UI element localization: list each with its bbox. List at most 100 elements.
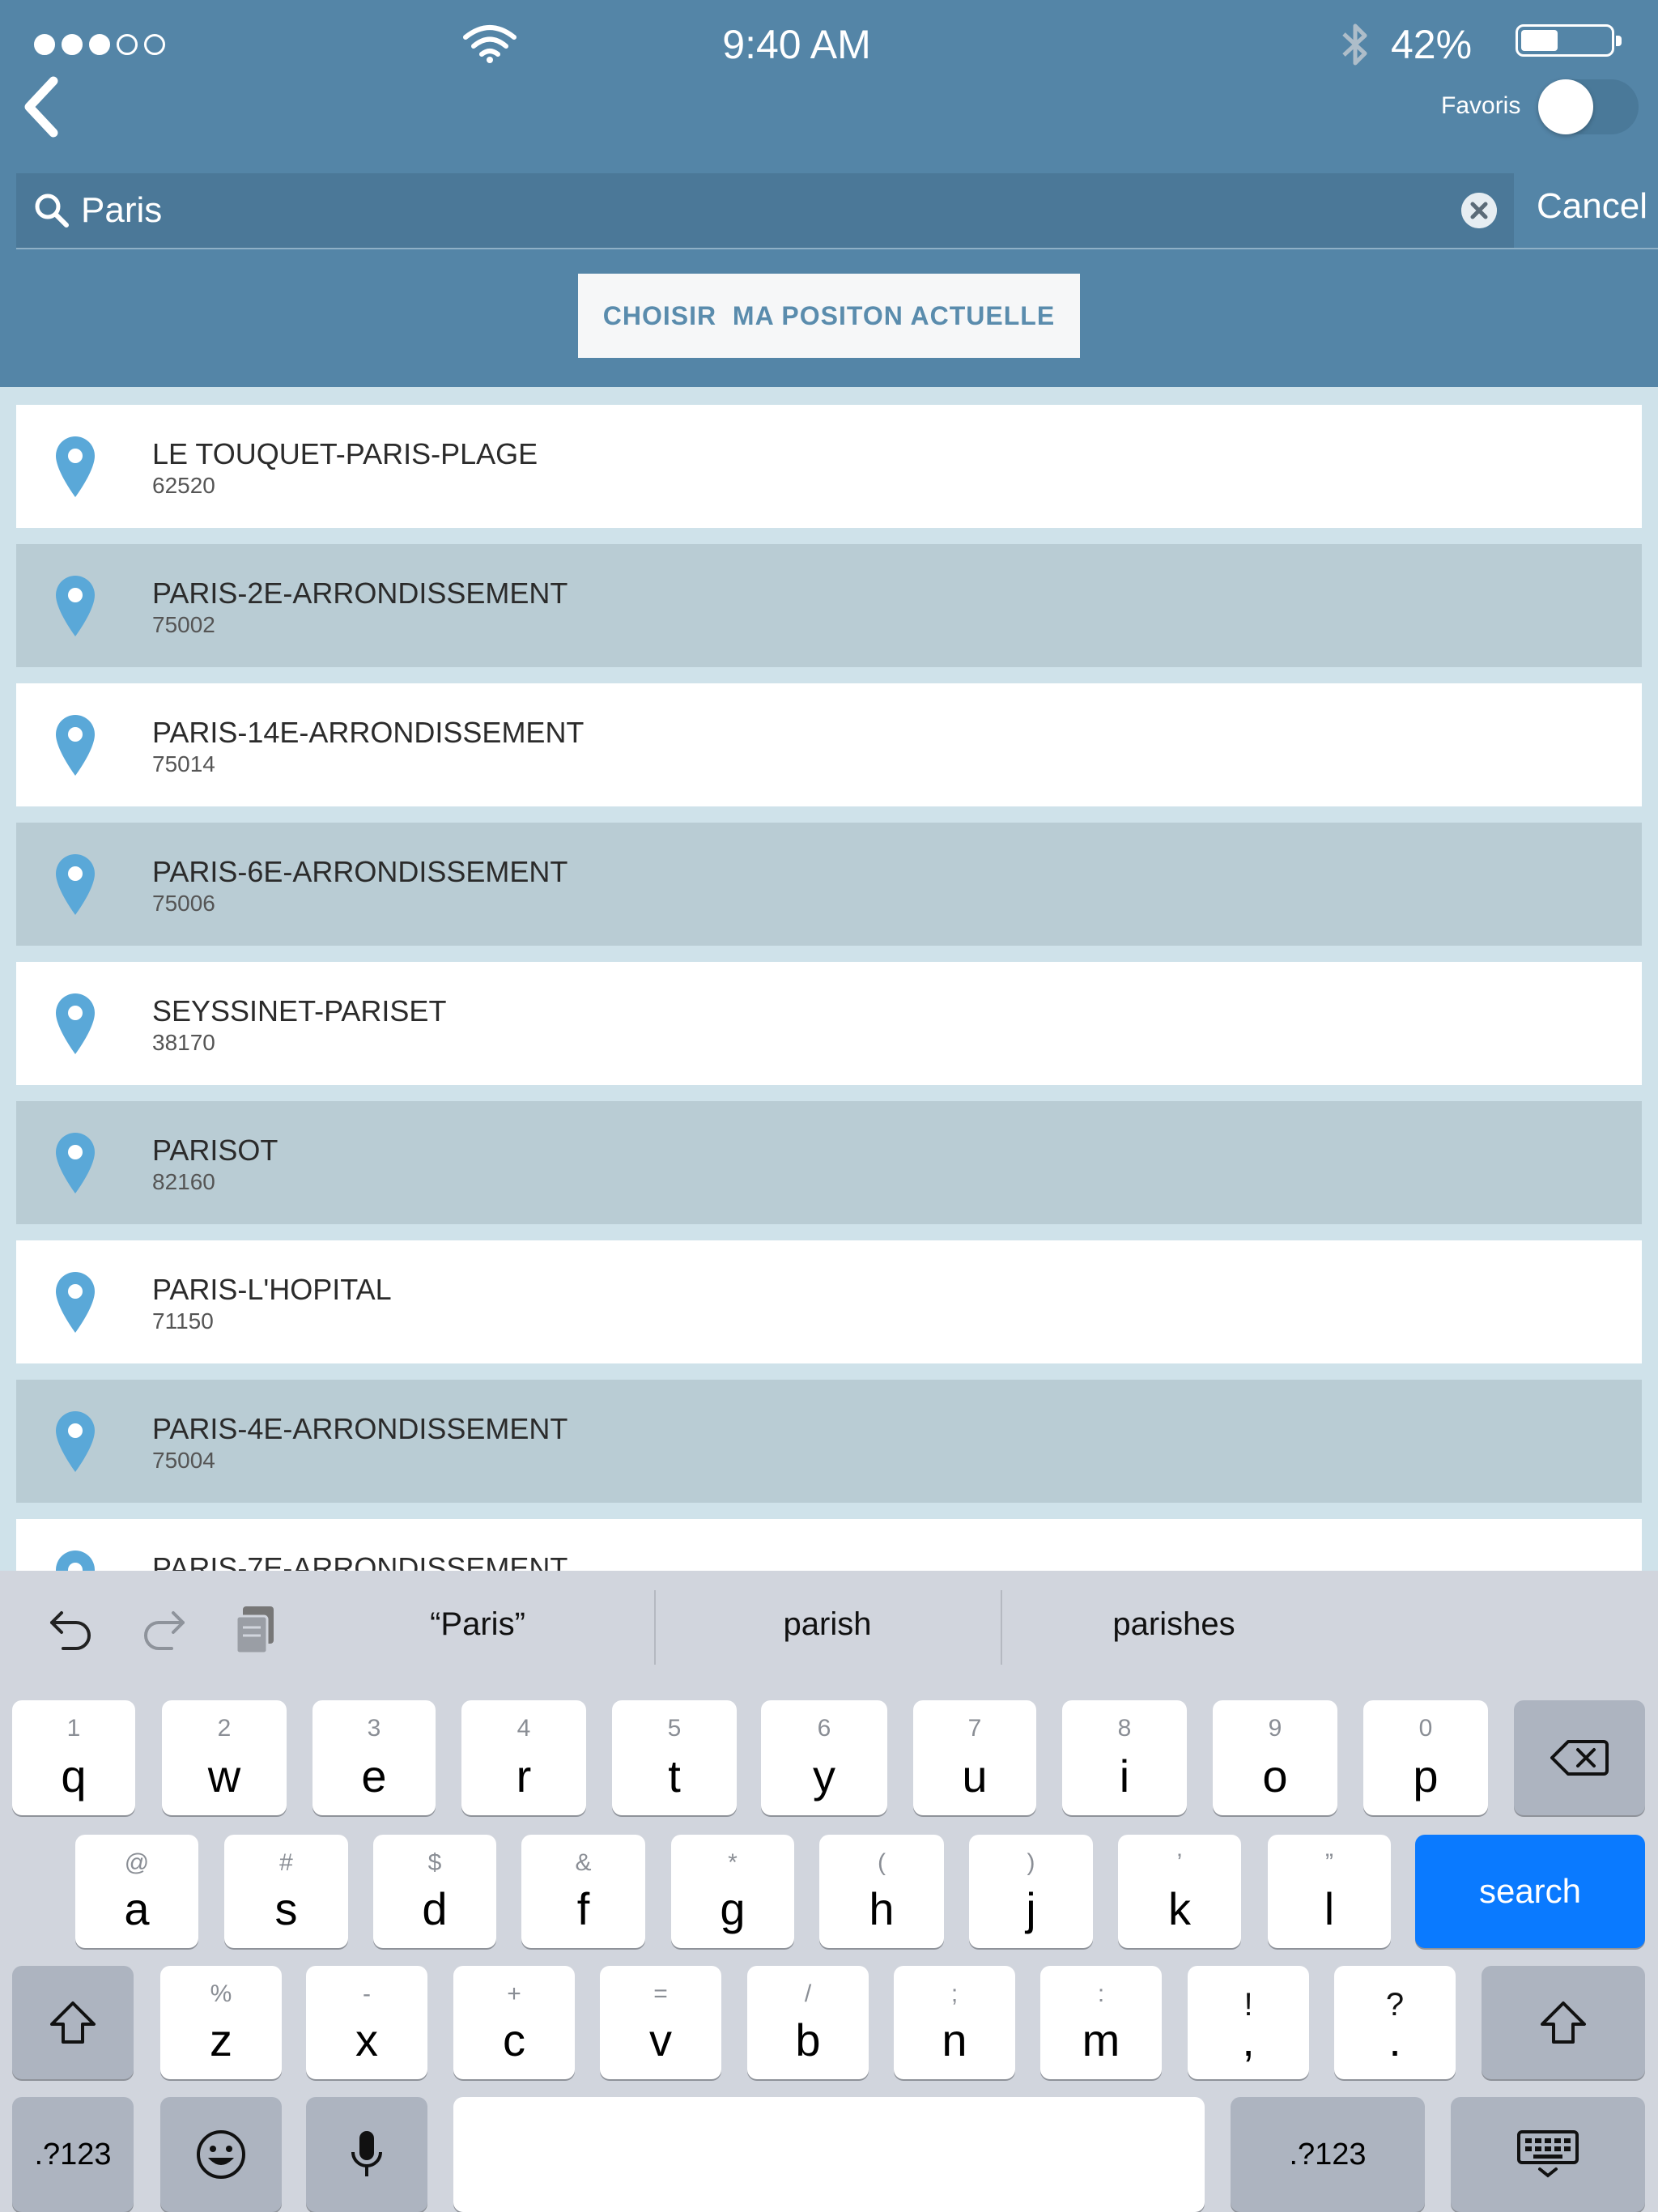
key-alt-char: % (210, 1980, 232, 2007)
search-underline (16, 248, 1658, 249)
key-char: m (1082, 2014, 1120, 2065)
key-y[interactable]: 6y (761, 1700, 887, 1815)
shift-key-right[interactable] (1482, 1966, 1645, 2079)
location-pin-icon (56, 1551, 95, 1571)
search-key[interactable]: search (1415, 1835, 1645, 1948)
key-a[interactable]: @ a (75, 1835, 198, 1948)
key-char: k (1168, 1883, 1191, 1934)
keyboard-dismiss-icon (1517, 2130, 1579, 2178)
key-alt-char: ? (1385, 1987, 1405, 2023)
microphone-icon (351, 2131, 382, 2176)
key-period[interactable]: ?. (1334, 1966, 1456, 2079)
list-item[interactable]: PARIS-6E-ARRONDISSEMENT 75006 (16, 823, 1642, 946)
key-d[interactable]: $ d (373, 1835, 496, 1948)
result-name: SEYSSINET-PARISET (152, 994, 447, 1027)
result-postcode: 82160 (152, 1169, 215, 1194)
key-char: l (1324, 1883, 1335, 1934)
key-t[interactable]: 5t (612, 1700, 737, 1815)
key-g[interactable]: * g (671, 1835, 794, 1948)
key-alt-char: 0 (1418, 1715, 1433, 1742)
back-chevron-icon[interactable] (18, 74, 66, 139)
location-pin-icon (56, 1272, 95, 1333)
key-alt-char: ’ (1176, 1849, 1183, 1876)
key-char: e (361, 1750, 387, 1802)
key-v[interactable]: = v (600, 1966, 721, 2079)
list-item[interactable]: PARIS-2E-ARRONDISSEMENT 75002 (16, 544, 1642, 667)
key-f[interactable]: & f (521, 1835, 645, 1948)
key-alt-char: 5 (667, 1715, 682, 1742)
space-key[interactable] (453, 2097, 1205, 2212)
shift-icon (50, 2001, 96, 2044)
clipboard-icon[interactable] (232, 1603, 280, 1657)
result-name: PARIS-4E-ARRONDISSEMENT (152, 1412, 568, 1445)
key-w[interactable]: 2w (162, 1700, 287, 1815)
key-k[interactable]: ’ k (1118, 1835, 1241, 1948)
key-j[interactable]: ) j (969, 1835, 1093, 1948)
result-postcode: 75002 (152, 612, 215, 637)
key-q[interactable]: 1q (12, 1700, 135, 1815)
key-alt-char: * (728, 1849, 738, 1876)
battery-icon (1516, 24, 1622, 57)
result-name: PARISOT (152, 1134, 278, 1167)
shift-key-left[interactable] (12, 1966, 134, 2079)
suggestion-quoted[interactable]: “Paris” (308, 1606, 648, 1643)
key-l[interactable]: ” l (1268, 1835, 1391, 1948)
key-alt-char: 7 (967, 1715, 982, 1742)
dismiss-keyboard-key[interactable] (1451, 2097, 1645, 2212)
key-p[interactable]: 0p (1363, 1700, 1488, 1815)
key-char: . (1388, 2014, 1401, 2065)
key-alt-char: # (279, 1849, 293, 1876)
key-c[interactable]: + c (453, 1966, 575, 2079)
delete-key[interactable] (1514, 1700, 1645, 1815)
key-u[interactable]: 7u (913, 1700, 1036, 1815)
list-item[interactable]: SEYSSINET-PARISET 38170 (16, 962, 1642, 1085)
list-item[interactable]: PARIS-7E-ARRONDISSEMENT (16, 1519, 1642, 1571)
numbers-key-left[interactable]: .?123 (12, 2097, 134, 2212)
list-item[interactable]: PARIS-14E-ARRONDISSEMENT 75014 (16, 683, 1642, 806)
result-postcode: 75014 (152, 751, 215, 776)
key-alt-char: 8 (1117, 1715, 1132, 1742)
list-item[interactable]: LE TOUQUET-PARIS-PLAGE 62520 (16, 405, 1642, 528)
key-alt-char: & (575, 1849, 592, 1876)
list-item[interactable]: PARISOT 82160 (16, 1101, 1642, 1224)
choose-current-position-button[interactable]: CHOISIR MA POSITON ACTUELLE (578, 274, 1080, 358)
key-char: f (576, 1883, 590, 1934)
key-r[interactable]: 4r (461, 1700, 586, 1815)
result-name: PARIS-7E-ARRONDISSEMENT (152, 1551, 568, 1571)
battery-percentage: 42% (1391, 22, 1473, 67)
redo-icon[interactable] (139, 1603, 188, 1652)
key-m[interactable]: :m (1040, 1966, 1162, 2079)
key-s[interactable]: # s (224, 1835, 348, 1948)
location-pin-icon (56, 576, 95, 636)
key-e[interactable]: 3e (312, 1700, 436, 1815)
key-n[interactable]: ; n (894, 1966, 1015, 2079)
list-item[interactable]: PARIS-L'HOPITAL 71150 (16, 1240, 1642, 1363)
key-o[interactable]: 9o (1213, 1700, 1337, 1815)
key-alt-char: ) (1027, 1849, 1035, 1876)
clear-search-icon[interactable] (1461, 193, 1497, 228)
favorites-toggle[interactable] (1538, 79, 1639, 134)
key-alt-char: 1 (66, 1715, 81, 1742)
location-pin-icon (56, 854, 95, 915)
suggestion-parish[interactable]: parish (657, 1606, 997, 1643)
key-i[interactable]: 8i (1062, 1700, 1187, 1815)
search-key-label: search (1478, 1872, 1582, 1910)
dictation-key[interactable] (306, 2097, 427, 2212)
key-h[interactable]: (h (819, 1835, 944, 1948)
key-b[interactable]: / b (747, 1966, 869, 2079)
key-alt-char: ; (950, 1980, 959, 2007)
result-postcode: 62520 (152, 473, 215, 498)
key-x[interactable]: -x (306, 1966, 427, 2079)
undo-icon[interactable] (47, 1603, 96, 1652)
suggestion-divider (1001, 1590, 1002, 1665)
suggestion-bar: “Paris” parish parishes (0, 1571, 1658, 1684)
key-comma[interactable]: !, (1188, 1966, 1309, 2079)
suggestion-parishes[interactable]: parishes (1004, 1606, 1344, 1643)
list-item[interactable]: PARIS-4E-ARRONDISSEMENT 75004 (16, 1380, 1642, 1503)
search-input[interactable] (81, 173, 1441, 248)
cancel-button[interactable]: Cancel (1537, 186, 1647, 227)
key-char: b (795, 2014, 821, 2065)
emoji-key[interactable] (160, 2097, 282, 2212)
numbers-key-right[interactable]: .?123 (1231, 2097, 1425, 2212)
key-z[interactable]: % z (160, 1966, 282, 2079)
